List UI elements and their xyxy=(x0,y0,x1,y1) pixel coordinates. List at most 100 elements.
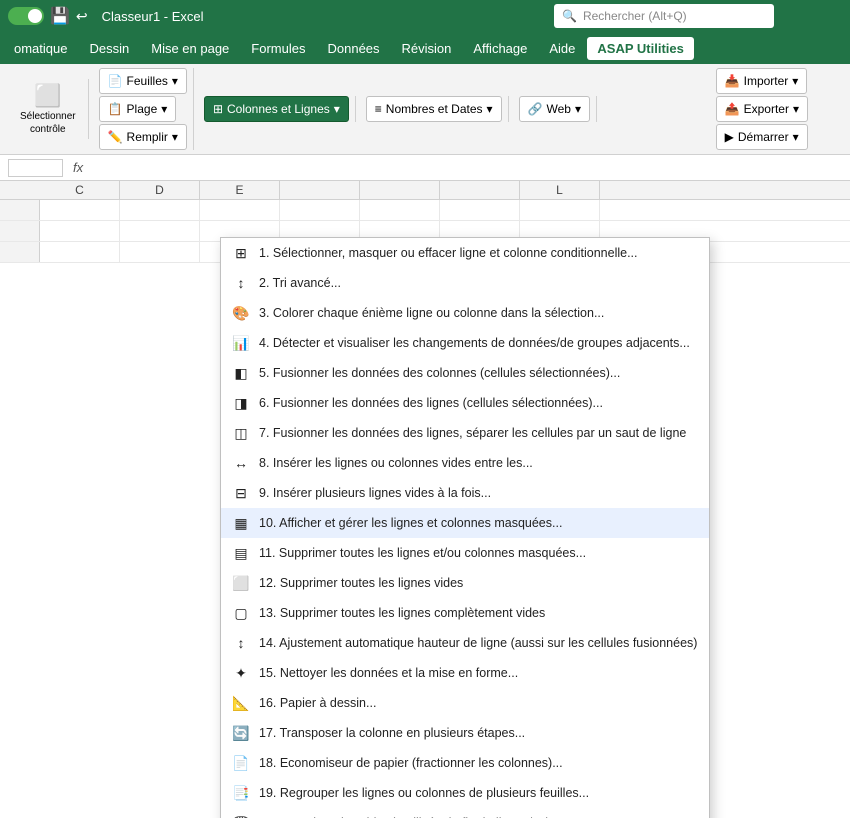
remplir-dropdown[interactable]: ✏️ Remplir ▾ xyxy=(99,124,187,150)
row-num xyxy=(0,221,40,241)
dropdown-item-10[interactable]: ▦10. Afficher et gérer les lignes et col… xyxy=(221,508,709,538)
menu-item-automatique[interactable]: omatique xyxy=(4,37,77,60)
dropdown-item-icon-1: ⊞ xyxy=(231,243,251,263)
title-bar-title: Classeur1 - Excel xyxy=(102,9,204,24)
cell[interactable] xyxy=(520,200,600,220)
cell[interactable] xyxy=(280,200,360,220)
dropdown-item-6[interactable]: ◨6. Fusionner les données des lignes (ce… xyxy=(221,388,709,418)
controle-label: contrôle xyxy=(30,124,66,135)
dropdown-item-icon-17: 🔄 xyxy=(231,723,251,743)
remplir-label: Remplir xyxy=(127,130,168,144)
dropdown-item-18[interactable]: 📄18. Economiseur de papier (fractionner … xyxy=(221,748,709,778)
cell[interactable] xyxy=(40,200,120,220)
menu-item-formules[interactable]: Formules xyxy=(241,37,315,60)
dropdown-item-16[interactable]: 📐 16. Papier à dessin... xyxy=(221,688,709,718)
dropdown-item-text-16: 16. Papier à dessin... xyxy=(259,696,699,710)
dropdown-item-text-3: 3. Colorer chaque énième ligne ou colonn… xyxy=(259,306,699,320)
col-header-blank1 xyxy=(280,181,360,199)
auto-save-toggle[interactable] xyxy=(8,7,44,25)
undo-icon[interactable]: ↩ xyxy=(76,8,88,25)
menu-item-mise-en-page[interactable]: Mise en page xyxy=(141,37,239,60)
dropdown-item-20[interactable]: 🗑20. Supprimer les vides inutilisés de f… xyxy=(221,808,709,818)
cell[interactable] xyxy=(120,200,200,220)
web-label: Web xyxy=(546,102,570,116)
dropdown-item-icon-5: ◧ xyxy=(231,363,251,383)
cell[interactable] xyxy=(40,242,120,262)
menu-item-asap[interactable]: ASAP Utilities xyxy=(587,37,693,60)
menu-item-aide[interactable]: Aide xyxy=(539,37,585,60)
search-placeholder: Rechercher (Alt+Q) xyxy=(583,9,687,23)
col-header-e: E xyxy=(200,181,280,199)
menu-item-dessin[interactable]: Dessin xyxy=(79,37,139,60)
dropdown-item-text-18: 18. Economiseur de papier (fractionner l… xyxy=(259,756,699,770)
dropdown-item-text-11: 11. Supprimer toutes les lignes et/ou co… xyxy=(259,546,699,560)
demarrer-label: Démarrer xyxy=(738,130,789,144)
dropdown-item-7[interactable]: ◫7. Fusionner les données des lignes, sé… xyxy=(221,418,709,448)
ribbon: ⬜ Sélectionner contrôle 📄 Feuilles ▾ 📋 xyxy=(0,64,850,155)
dropdown-item-19[interactable]: 📑19. Regrouper les lignes ou colonnes de… xyxy=(221,778,709,808)
demarrer-chevron: ▾ xyxy=(793,130,799,144)
dropdown-item-12[interactable]: ⬜12. Supprimer toutes les lignes vides xyxy=(221,568,709,598)
search-icon: 🔍 xyxy=(562,9,577,23)
dropdown-item-11[interactable]: ▤11. Supprimer toutes les lignes et/ou c… xyxy=(221,538,709,568)
menu-item-donnees[interactable]: Données xyxy=(317,37,389,60)
search-box[interactable]: 🔍 Rechercher (Alt+Q) xyxy=(554,4,774,28)
col-header-blank3 xyxy=(440,181,520,199)
web-dropdown[interactable]: 🔗 Web ▾ xyxy=(519,96,590,122)
feuilles-icon: 📄 xyxy=(108,74,123,88)
nombres-chevron: ▾ xyxy=(487,102,493,116)
dropdown-item-1[interactable]: ⊞1. Sélectionner, masquer ou effacer lig… xyxy=(221,238,709,268)
menu-item-affichage[interactable]: Affichage xyxy=(463,37,537,60)
cell[interactable] xyxy=(120,242,200,262)
cell[interactable] xyxy=(200,200,280,220)
dropdown-item-17[interactable]: 🔄17. Transposer la colonne en plusieurs … xyxy=(221,718,709,748)
ribbon-group-nombres: ≡ Nombres et Dates ▾ xyxy=(360,96,509,122)
dropdown-item-4[interactable]: 📊4. Détecter et visualiser les changemen… xyxy=(221,328,709,358)
dropdown-item-icon-19: 📑 xyxy=(231,783,251,803)
formula-bar: fx xyxy=(0,155,850,181)
selectionner-btn[interactable]: ⬜ Sélectionner contrôle xyxy=(14,79,82,139)
importer-btn[interactable]: 📥 Importer ▾ xyxy=(716,68,808,94)
dropdown-item-icon-12: ⬜ xyxy=(231,573,251,593)
feuilles-chevron: ▾ xyxy=(172,74,178,88)
dropdown-item-13[interactable]: ▢13. Supprimer toutes les lignes complèt… xyxy=(221,598,709,628)
cell[interactable] xyxy=(40,221,120,241)
col-header-l: L xyxy=(520,181,600,199)
dropdown-item-5[interactable]: ◧5. Fusionner les données des colonnes (… xyxy=(221,358,709,388)
exporter-chevron: ▾ xyxy=(793,102,799,116)
dropdown-item-icon-2: ↕ xyxy=(231,273,251,293)
exporter-label: Exporter xyxy=(744,102,789,116)
cell[interactable] xyxy=(360,200,440,220)
plage-chevron: ▾ xyxy=(161,102,167,116)
dropdown-item-9[interactable]: ⊟9. Insérer plusieurs lignes vides à la … xyxy=(221,478,709,508)
importer-chevron: ▾ xyxy=(792,74,798,88)
save-icon[interactable]: 💾 xyxy=(50,6,70,26)
feuilles-dropdown[interactable]: 📄 Feuilles ▾ xyxy=(99,68,187,94)
plage-dropdown[interactable]: 📋 Plage ▾ xyxy=(99,96,177,122)
dropdown-item-3[interactable]: 🎨3. Colorer chaque énième ligne ou colon… xyxy=(221,298,709,328)
exporter-btn[interactable]: 📤 Exporter ▾ xyxy=(716,96,808,122)
dropdown-item-15[interactable]: ✦15. Nettoyer les données et la mise en … xyxy=(221,658,709,688)
cell[interactable] xyxy=(440,200,520,220)
col-header-c: C xyxy=(40,181,120,199)
dropdown-item-icon-16: 📐 xyxy=(231,693,251,713)
dropdown-item-2[interactable]: ↕2. Tri avancé... xyxy=(221,268,709,298)
demarrer-btn[interactable]: ▶ Démarrer ▾ xyxy=(716,124,808,150)
plage-label: Plage xyxy=(127,102,158,116)
menu-item-revision[interactable]: Révision xyxy=(392,37,462,60)
colonnes-lignes-dropdown[interactable]: ⊞ Colonnes et Lignes ▾ xyxy=(204,96,349,122)
exporter-icon: 📤 xyxy=(725,102,740,116)
ribbon-right: 📥 Importer ▾ 📤 Exporter ▾ ▶ Démarr xyxy=(716,68,842,150)
dropdown-item-14[interactable]: ↕14. Ajustement automatique hauteur de l… xyxy=(221,628,709,658)
nombres-dates-dropdown[interactable]: ≡ Nombres et Dates ▾ xyxy=(366,96,502,122)
dropdown-item-text-7: 7. Fusionner les données des lignes, sép… xyxy=(259,426,699,440)
dropdown-item-8[interactable]: ↔8. Insérer les lignes ou colonnes vides… xyxy=(221,448,709,478)
feuilles-label: Feuilles xyxy=(127,74,168,88)
dropdown-item-text-14: 14. Ajustement automatique hauteur de li… xyxy=(259,636,699,650)
cell-reference-input[interactable] xyxy=(8,159,63,177)
col-header-blank2 xyxy=(360,181,440,199)
remplir-chevron: ▾ xyxy=(172,130,178,144)
colonnes-lignes-label: Colonnes et Lignes xyxy=(227,102,330,116)
ribbon-group-left: ⬜ Sélectionner contrôle xyxy=(8,79,89,139)
cell[interactable] xyxy=(120,221,200,241)
